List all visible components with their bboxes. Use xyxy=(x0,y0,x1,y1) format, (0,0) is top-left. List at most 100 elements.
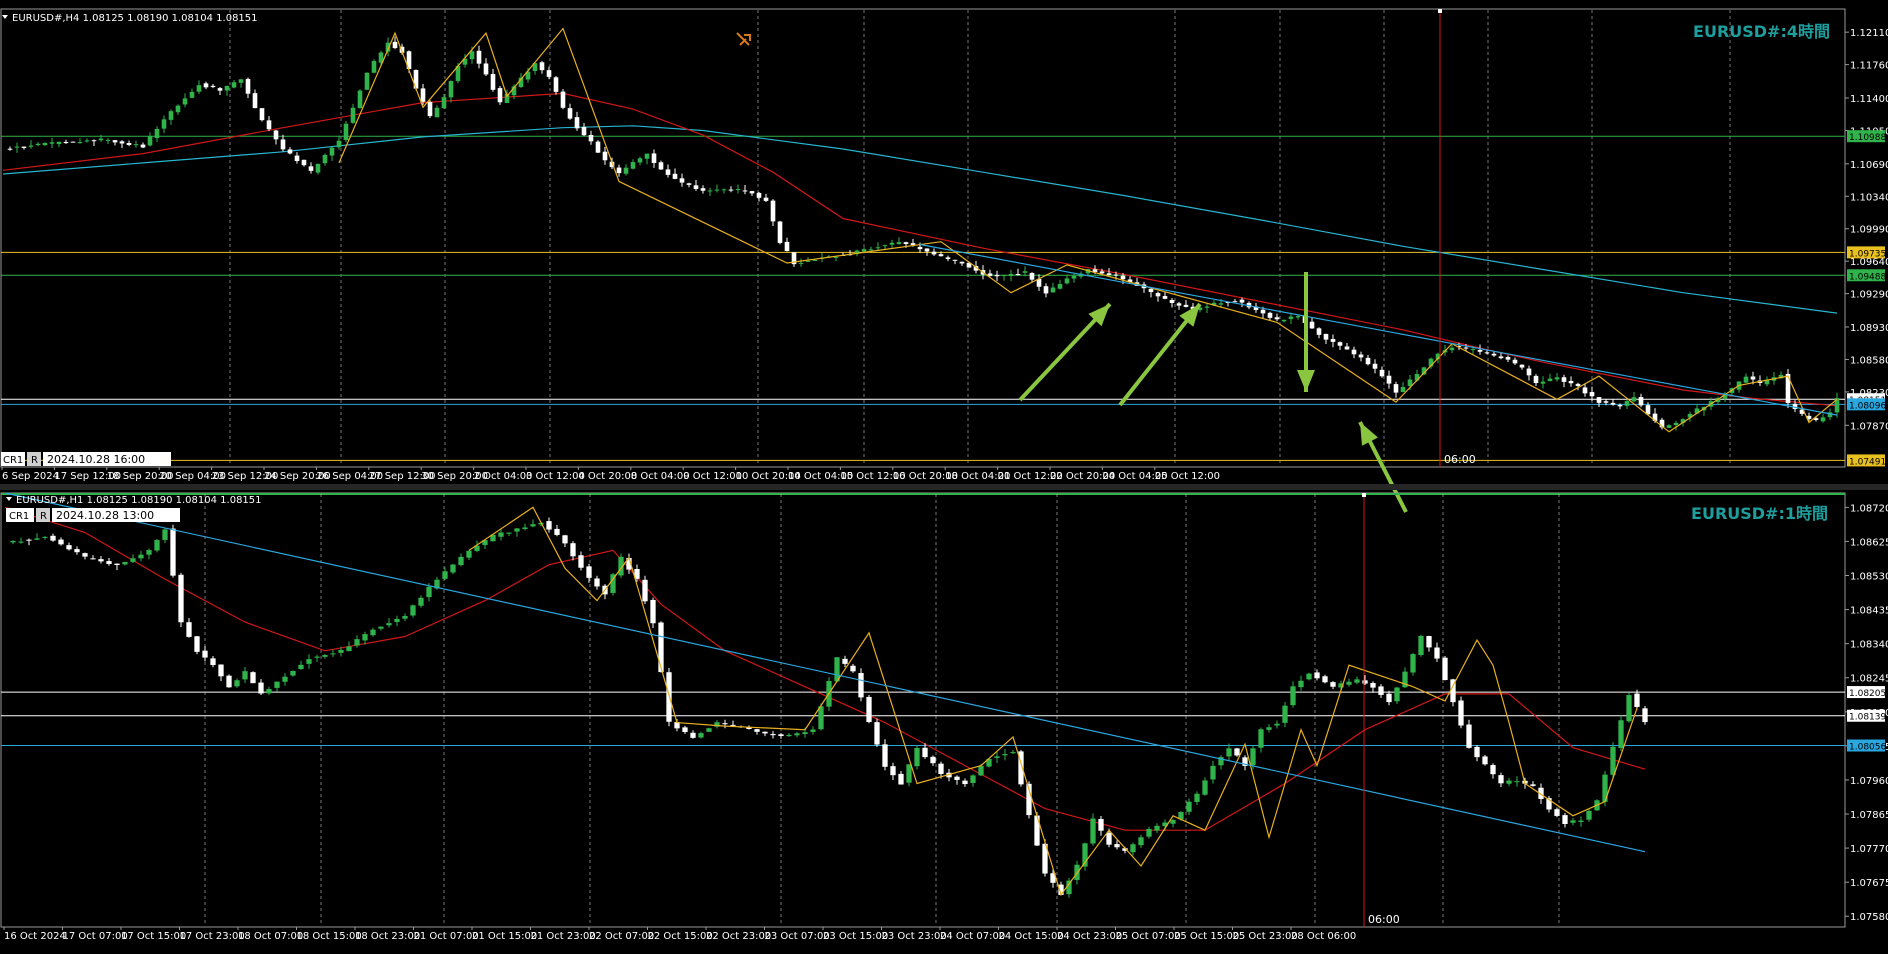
candle-body xyxy=(1316,328,1322,335)
candle-body xyxy=(1346,681,1352,685)
candle-body xyxy=(28,145,34,147)
candle-body xyxy=(1589,392,1595,397)
candle-body xyxy=(588,134,594,142)
candle-body xyxy=(1330,339,1336,342)
candle-body xyxy=(1610,402,1616,405)
candle-body xyxy=(1642,708,1648,723)
time-marker-handle xyxy=(1438,9,1442,13)
candle-body xyxy=(1610,746,1616,775)
candle-body xyxy=(133,144,139,146)
h4-price-axis[interactable]: 1.121101.117601.114001.110501.106901.103… xyxy=(1845,28,1888,467)
candle-body xyxy=(1638,397,1644,406)
candle-body xyxy=(861,249,867,252)
candle-body xyxy=(1169,299,1175,303)
candle-body xyxy=(1282,705,1288,723)
candle-body xyxy=(329,147,335,156)
candle-body xyxy=(1596,397,1602,403)
candle-body xyxy=(1322,676,1328,683)
time-tick-label: 23 Oct 15:00 xyxy=(823,931,888,942)
candle-body xyxy=(1113,274,1119,276)
candle-body xyxy=(301,159,307,166)
candle-body xyxy=(1130,844,1136,853)
candle-body xyxy=(426,586,432,598)
candle-body xyxy=(273,130,279,140)
price-tick-label: 1.11760 xyxy=(1850,61,1888,72)
candle-body xyxy=(1624,401,1630,406)
candle-body xyxy=(250,672,256,684)
candle-body xyxy=(370,629,376,636)
candle-body xyxy=(623,167,629,174)
panel-divider[interactable] xyxy=(0,484,1888,490)
candle-body xyxy=(690,732,696,738)
candle-body xyxy=(1050,287,1056,293)
candle-body xyxy=(1267,312,1273,318)
candle-body xyxy=(218,664,224,677)
candle-body xyxy=(665,169,671,175)
candle-body xyxy=(1386,693,1392,703)
candle-body xyxy=(63,141,69,144)
candle-body xyxy=(1176,303,1182,306)
candle-body xyxy=(1666,425,1672,428)
candle-body xyxy=(882,744,888,767)
candle-body xyxy=(18,541,24,543)
candle-body xyxy=(1491,353,1497,356)
candle-body xyxy=(1482,756,1488,765)
candle-body xyxy=(242,671,248,680)
candle-body xyxy=(637,158,643,163)
candle-body xyxy=(274,681,280,688)
candle-body xyxy=(1351,349,1357,355)
time-tick-label: 4 Oct 20:00 xyxy=(578,471,637,482)
candle-body xyxy=(1582,387,1588,394)
h1-window-bar[interactable]: CR1 R 2024.10.28 13:00 xyxy=(6,508,180,522)
candle-body xyxy=(1029,272,1035,280)
candle-body xyxy=(1344,346,1350,350)
candle-body xyxy=(1533,375,1539,384)
candle-body xyxy=(1120,275,1126,280)
candle-body xyxy=(1386,375,1392,384)
time-tick-label: 8 Oct 04:00 xyxy=(631,471,690,482)
candle-body xyxy=(1379,369,1385,377)
candle-body xyxy=(706,728,712,732)
candle-body xyxy=(1820,417,1826,422)
candle-body xyxy=(1022,271,1028,273)
price-tick-label: 1.07870 xyxy=(1850,421,1888,432)
candle-body xyxy=(346,646,352,652)
candle-body xyxy=(1498,356,1504,359)
candle-body xyxy=(506,532,512,534)
candle-body xyxy=(1458,700,1464,726)
candle-body xyxy=(1274,317,1280,320)
candle-body xyxy=(1463,347,1469,349)
candle-body xyxy=(742,190,748,192)
h4-window-button[interactable]: R xyxy=(31,455,38,466)
candle-body xyxy=(202,650,208,658)
candle-body xyxy=(581,126,587,136)
candle-body xyxy=(322,154,328,164)
candle-body xyxy=(810,729,816,732)
candle-body xyxy=(756,192,762,198)
candle-body xyxy=(794,733,800,736)
candle-body xyxy=(868,249,874,251)
candle-body xyxy=(762,731,768,734)
candle-body xyxy=(362,634,368,641)
candle-body xyxy=(858,673,864,698)
candle-body xyxy=(574,117,580,129)
candle-body xyxy=(112,140,118,143)
candle-body xyxy=(175,105,181,113)
candle-body xyxy=(1442,657,1448,681)
candle-body xyxy=(210,658,216,666)
candle-body xyxy=(1372,363,1378,369)
candle-body xyxy=(1400,387,1406,393)
candle-body xyxy=(1183,304,1189,307)
time-tick-label: 21 Oct 23:00 xyxy=(531,931,596,942)
candle-body xyxy=(1260,309,1266,314)
candle-body xyxy=(594,578,600,587)
candle-body xyxy=(74,549,80,553)
candle-body xyxy=(578,555,584,568)
h1-window-button[interactable]: R xyxy=(40,511,47,522)
candle-body xyxy=(140,144,146,148)
candle-body xyxy=(1337,342,1343,346)
candle-body xyxy=(586,566,592,578)
candle-body xyxy=(280,139,286,150)
price-tick-label: 1.07580 xyxy=(1850,912,1888,923)
candle-body xyxy=(914,747,920,767)
